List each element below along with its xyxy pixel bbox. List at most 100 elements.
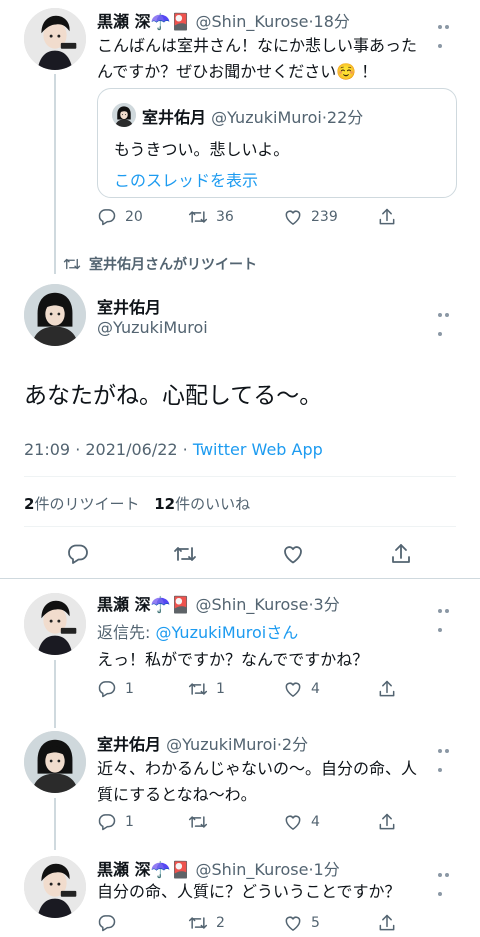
reply-context: 返信先: @YuzukiMuroiさん: [97, 619, 298, 643]
avatar[interactable]: [24, 731, 86, 793]
retweet-icon: [188, 812, 208, 832]
tweet-text-line: 質にするとなね〜わ。: [97, 785, 257, 804]
tweet-header: 黒瀬 深☂️🎴 @Shin_Kurose·3分: [97, 591, 340, 615]
retweet-button[interactable]: [173, 542, 197, 566]
tweet-header: 室井佑月 @YuzukiMuroi·2分: [97, 731, 308, 755]
retweet-button[interactable]: 1: [188, 679, 225, 699]
retweet-banner-text: 室井佑月さんがリツイート: [89, 257, 257, 273]
like-stat-count: 12: [154, 495, 176, 513]
reply-icon: [97, 812, 117, 832]
like-button[interactable]: 4: [283, 679, 320, 699]
like-button[interactable]: 4: [283, 812, 320, 832]
author-name[interactable]: 室井佑月: [97, 735, 161, 754]
show-thread-link[interactable]: このスレッドを表示: [114, 167, 258, 191]
avatar[interactable]: [24, 856, 86, 918]
reply-button[interactable]: 1: [97, 679, 134, 699]
quote-header: 室井佑月 @YuzukiMuroi·22分: [142, 104, 363, 128]
tweet-text-line: 近々、わかるんじゃないの〜。自分の命、人: [97, 759, 418, 778]
tweet-header: 黒瀬 深☂️🎴 @Shin_Kurose·18分: [97, 8, 350, 32]
quote-tweet[interactable]: 室井佑月 @YuzukiMuroi·22分 もうきつい。悲しいよ。 このスレッド…: [97, 88, 457, 198]
avatar[interactable]: [24, 593, 86, 655]
share-button[interactable]: [377, 913, 397, 933]
quote-author-handle: @YuzukiMuroi: [211, 108, 322, 127]
author-name[interactable]: 黒瀬 深☂️🎴: [97, 12, 190, 31]
tweet-text: こんばんは室井さん！なにか悲しい事あった んですか？ぜひお聞かせください☺️ ！: [97, 33, 457, 85]
like-icon: [283, 679, 303, 699]
tweet-source[interactable]: Twitter Web App: [193, 440, 323, 459]
retweet-icon: [188, 913, 208, 933]
tweet-time[interactable]: ·2分: [277, 735, 308, 754]
author-handle[interactable]: @Shin_Kurose: [196, 12, 309, 31]
author-handle[interactable]: @YuzukiMuroi: [166, 735, 277, 754]
reply-button[interactable]: 1: [97, 812, 134, 832]
share-button[interactable]: [377, 812, 397, 832]
reply-count: 1: [125, 681, 134, 697]
share-icon: [377, 207, 397, 227]
retweet-stat-label: 件のリツイート: [34, 495, 140, 513]
retweet-icon: [173, 542, 197, 566]
like-count: 4: [311, 681, 320, 697]
like-count: 239: [311, 209, 338, 225]
like-button[interactable]: 5: [283, 913, 320, 933]
retweet-button[interactable]: 36: [188, 207, 234, 227]
share-button[interactable]: [389, 542, 413, 566]
author-handle[interactable]: @Shin_Kurose: [196, 860, 309, 879]
main-tweet-text: あなたがね。心配してる〜。: [24, 383, 323, 409]
tweet-text: 自分の命、人質に？どういうことですか？: [97, 882, 401, 901]
share-button[interactable]: [377, 679, 397, 699]
retweet-button[interactable]: [188, 812, 208, 832]
quote-time: ·22分: [321, 108, 364, 127]
author-name[interactable]: 黒瀬 深☂️🎴: [97, 595, 190, 614]
reply-icon: [66, 542, 90, 566]
like-icon: [283, 812, 303, 832]
more-icon[interactable]: [438, 302, 456, 336]
tweet-datetime[interactable]: 21:09 · 2021/06/22 ·: [24, 440, 193, 459]
reply-button[interactable]: 20: [97, 207, 143, 227]
retweet-button[interactable]: 2: [188, 913, 225, 933]
share-icon: [377, 812, 397, 832]
tweet-header: 黒瀬 深☂️🎴 @Shin_Kurose·1分: [97, 856, 340, 880]
divider: [0, 578, 480, 579]
tweet-time[interactable]: ·1分: [308, 860, 339, 879]
quote-author-name: 室井佑月: [142, 108, 207, 127]
tweet-time[interactable]: ·18分: [308, 12, 349, 31]
retweet-count: 2: [216, 915, 225, 931]
reply-count: 1: [125, 814, 134, 830]
reply-count: 20: [125, 209, 143, 225]
share-button[interactable]: [377, 207, 397, 227]
tweet-stats: 2件のリツイート 12件のいいね: [24, 493, 250, 514]
more-icon[interactable]: [438, 598, 456, 632]
like-button[interactable]: [281, 542, 305, 566]
share-icon: [389, 542, 413, 566]
author-handle[interactable]: @YuzukiMuroi: [97, 318, 208, 337]
reply-to-prefix: 返信先:: [97, 623, 156, 642]
thread-line: [54, 798, 56, 850]
avatar[interactable]: [24, 8, 86, 70]
retweet-banner[interactable]: 室井佑月さんがリツイート: [63, 254, 257, 274]
reply-button[interactable]: [66, 542, 90, 566]
retweets-stat[interactable]: 2件のリツイート: [24, 495, 139, 513]
divider: [24, 526, 456, 527]
retweet-icon: [188, 207, 208, 227]
like-button[interactable]: 239: [283, 207, 338, 227]
reply-to-suffix: さん: [266, 623, 299, 642]
tweet-text-line: こんばんは室井さん！なにか悲しい事あった: [97, 36, 418, 55]
like-count: 5: [311, 915, 320, 931]
thread-line: [54, 74, 56, 274]
reply-button[interactable]: [97, 913, 117, 933]
more-icon[interactable]: [438, 738, 456, 772]
author-name[interactable]: 室井佑月: [97, 294, 161, 318]
author-name[interactable]: 黒瀬 深☂️🎴: [97, 860, 190, 879]
likes-stat[interactable]: 12件のいいね: [154, 495, 250, 513]
share-icon: [377, 679, 397, 699]
more-icon[interactable]: [438, 862, 456, 896]
avatar: [112, 103, 136, 127]
more-icon[interactable]: [438, 14, 456, 48]
tweet-time[interactable]: ·3分: [308, 595, 339, 614]
thread-line: [54, 660, 56, 728]
tweet-text-line: んですか？ぜひお聞かせください☺️ ！: [97, 62, 378, 81]
retweet-stat-count: 2: [24, 495, 35, 513]
avatar[interactable]: [24, 284, 86, 346]
reply-to-handle[interactable]: @YuzukiMuroi: [155, 623, 266, 642]
author-handle[interactable]: @Shin_Kurose: [196, 595, 309, 614]
